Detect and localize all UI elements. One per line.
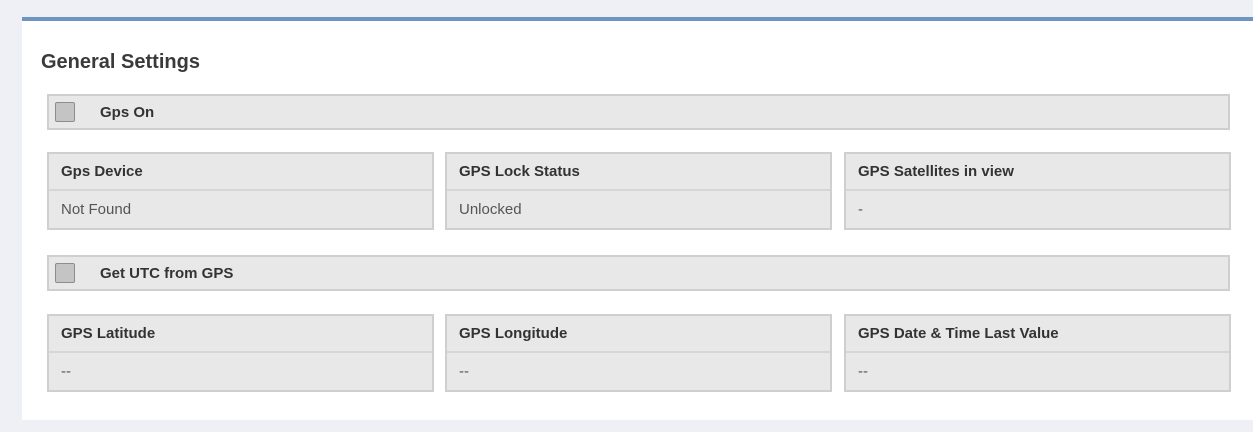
gps-on-checkbox[interactable]	[55, 102, 75, 122]
gps-on-label: Gps On	[100, 103, 155, 121]
general-settings-panel: General Settings Gps On Gps Device Not F…	[22, 17, 1253, 420]
gps-datetime-label: GPS Date & Time Last Value	[846, 316, 1229, 353]
gps-latitude-label: GPS Latitude	[49, 316, 432, 353]
gps-satellites-card: GPS Satellites in view -	[844, 152, 1231, 230]
gps-on-toggle[interactable]: Gps On	[47, 94, 1230, 130]
gps-lock-status-value: Unlocked	[459, 201, 522, 218]
section-title: General Settings	[41, 51, 200, 73]
gps-datetime-card: GPS Date & Time Last Value --	[844, 314, 1231, 392]
gps-latitude-value: --	[61, 363, 71, 380]
gps-latitude-card: GPS Latitude --	[47, 314, 434, 392]
gps-device-label: Gps Device	[49, 154, 432, 191]
gps-lock-status-card: GPS Lock Status Unlocked	[445, 152, 832, 230]
gps-longitude-label: GPS Longitude	[447, 316, 830, 353]
gps-lock-status-label: GPS Lock Status	[447, 154, 830, 191]
gps-satellites-value: -	[858, 201, 863, 218]
utc-from-gps-toggle[interactable]: Get UTC from GPS	[47, 255, 1230, 291]
gps-device-card: Gps Device Not Found	[47, 152, 434, 230]
gps-datetime-value: --	[858, 363, 868, 380]
utc-from-gps-label: Get UTC from GPS	[100, 264, 234, 282]
gps-satellites-label: GPS Satellites in view	[846, 154, 1229, 191]
gps-longitude-value: --	[459, 363, 469, 380]
gps-longitude-card: GPS Longitude --	[445, 314, 832, 392]
gps-position-row: GPS Latitude -- GPS Longitude -- GPS Dat…	[47, 314, 1231, 392]
utc-from-gps-checkbox[interactable]	[55, 263, 75, 283]
gps-device-value: Not Found	[61, 201, 132, 218]
gps-status-row: Gps Device Not Found GPS Lock Status Unl…	[47, 152, 1231, 230]
